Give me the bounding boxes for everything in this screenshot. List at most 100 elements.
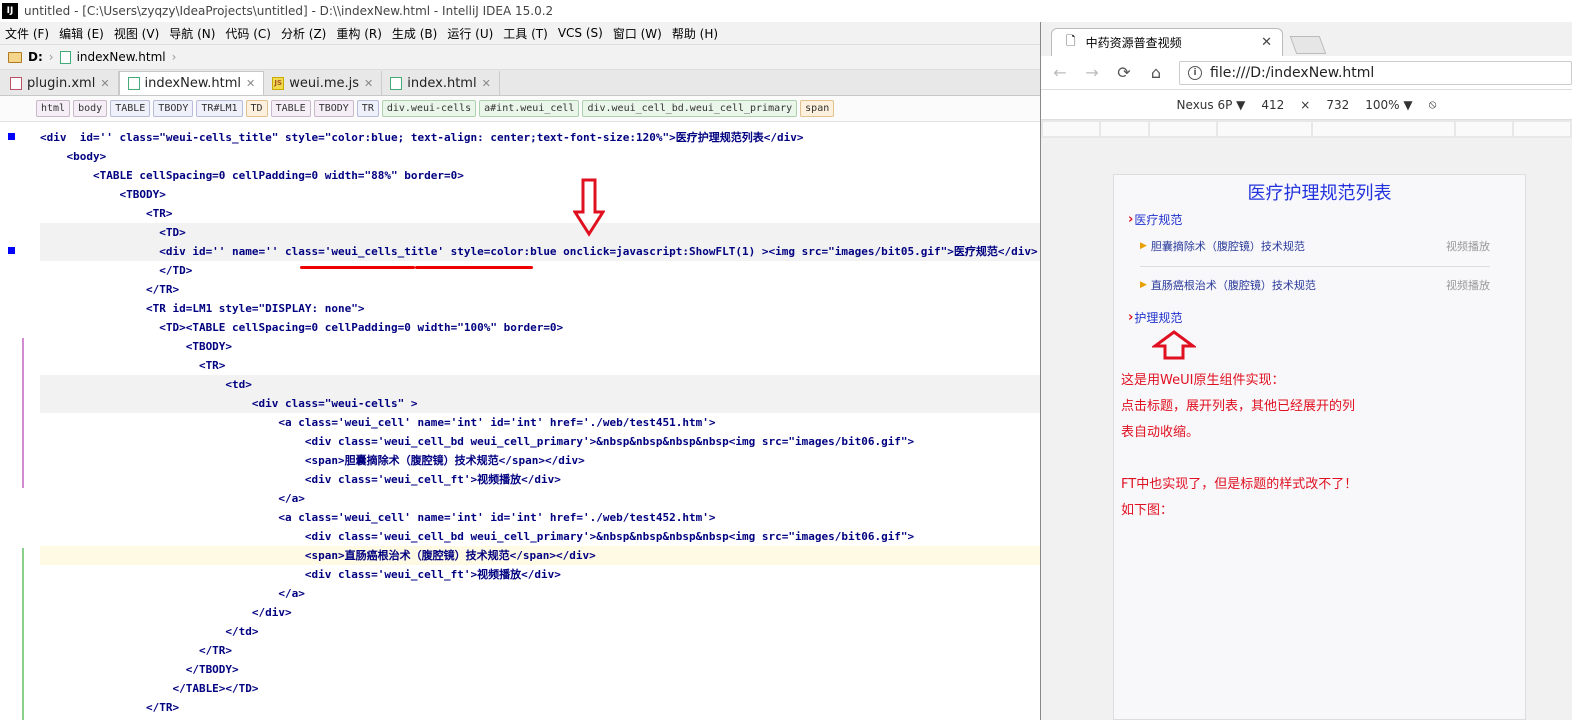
menu-edit[interactable]: 编辑 (E) <box>54 25 109 42</box>
tab-index-html[interactable]: index.html ✕ <box>382 71 500 95</box>
note-line: 点击标题，展开列表，其他已经展开的列 <box>1121 399 1356 414</box>
url-text: file:///D:/indexNew.html <box>1210 64 1375 81</box>
browser-toolbar: ← → ⟳ ⌂ i file:///D:/indexNew.html <box>1041 56 1572 90</box>
code-editor[interactable]: <div id='' class="weui-cells_title" styl… <box>0 128 1040 720</box>
breadcrumb-td[interactable]: TD <box>245 100 268 117</box>
tag-breadcrumbs: html body TABLE TBODY TR#LM1 TD TABLE TB… <box>0 96 1040 122</box>
code-line: <div id='' name='' class='weui_cells_tit… <box>40 242 1040 261</box>
new-tab-button[interactable] <box>1289 36 1327 54</box>
code-line: </td> <box>40 625 259 638</box>
menu-vcs[interactable]: VCS (S) <box>553 26 608 40</box>
menu-view[interactable]: 视图 (V) <box>109 25 164 42</box>
annotation-underline <box>300 266 415 269</box>
tab-indexnew-html[interactable]: indexNew.html ✕ <box>118 71 265 95</box>
menu-navigate[interactable]: 导航 (N) <box>164 25 220 42</box>
breadcrumb-div-weui-cells[interactable]: div.weui-cells <box>381 100 477 117</box>
nav-file[interactable]: indexNew.html <box>77 50 166 64</box>
html-file-icon <box>59 50 71 64</box>
breadcrumb-table[interactable]: TABLE <box>110 100 151 117</box>
xml-file-icon <box>10 76 22 90</box>
note-line: 表自动收缩。 <box>1121 425 1200 440</box>
code-line: <TR> <box>40 359 226 372</box>
menu-code[interactable]: 代码 (C) <box>220 25 276 42</box>
html-file-icon <box>127 77 140 90</box>
zoom-select[interactable]: 100% ▼ <box>1365 98 1412 112</box>
code-line: </div> <box>40 606 292 619</box>
breadcrumb-body[interactable]: body <box>73 100 108 117</box>
breadcrumb-span[interactable]: span <box>800 100 835 117</box>
menu-help[interactable]: 帮助 (H) <box>667 25 723 42</box>
device-select[interactable]: Nexus 6P ▼ <box>1177 98 1246 112</box>
code-line: <TD> <box>40 223 1040 242</box>
dimension-separator: × <box>1300 97 1311 112</box>
menu-run[interactable]: 运行 (U) <box>442 25 498 42</box>
intellij-logo-icon: IJ <box>2 3 18 19</box>
reload-icon[interactable]: ⟳ <box>1115 63 1133 82</box>
breadcrumb-table[interactable]: TABLE <box>270 100 311 117</box>
menu-build[interactable]: 生成 (B) <box>387 25 442 42</box>
note-line <box>1121 446 1501 472</box>
breadcrumb-a-int[interactable]: a#int.weui_cell <box>479 100 580 117</box>
code-line: <TR id=LM1 style="DISPLAY: none"> <box>40 302 365 315</box>
breadcrumb-div-cell-bd[interactable]: div.weui_cell_bd.weui_cell_primary <box>582 100 798 117</box>
code-line: <td> <box>40 375 1040 394</box>
home-icon[interactable]: ⌂ <box>1147 63 1165 82</box>
change-marker <box>8 133 15 140</box>
list-item[interactable]: ▶ 直肠癌根治术（腹腔镜）技术规范 视频播放 <box>1140 277 1490 293</box>
menu-analyze[interactable]: 分析 (Z) <box>276 25 331 42</box>
close-icon[interactable]: ✕ <box>482 77 491 90</box>
tab-plugin-xml[interactable]: plugin.xml ✕ <box>2 71 119 95</box>
device-height[interactable]: 732 <box>1326 98 1349 112</box>
section-nursing[interactable]: › 护理规范 <box>1128 309 1525 326</box>
device-toolbar: Nexus 6P ▼ 412 × 732 100% ▼ ⦸ <box>1041 90 1572 120</box>
triangle-bullet-icon: ▶ <box>1140 241 1147 251</box>
menu-refactor[interactable]: 重构 (R) <box>331 25 387 42</box>
device-width[interactable]: 412 <box>1261 98 1284 112</box>
code-line: <span>胆囊摘除术（腹腔镜）技术规范</span></div> <box>40 454 585 467</box>
annotation-notes: 这是用WeUI原生组件实现： 点击标题，展开列表，其他已经展开的列 表自动收缩。… <box>1121 368 1501 524</box>
close-icon[interactable]: ✕ <box>364 77 373 90</box>
chevron-right-icon: › <box>171 50 177 64</box>
breadcrumb-html[interactable]: html <box>36 100 71 117</box>
breadcrumb-tr-lm1[interactable]: TR#LM1 <box>196 100 243 117</box>
breadcrumb-tbody[interactable]: TBODY <box>153 100 194 117</box>
section-label: 医疗规范 <box>1134 213 1183 227</box>
nav-drive[interactable]: D: <box>28 50 43 64</box>
divider <box>1140 266 1490 267</box>
breadcrumb-tbody[interactable]: TBODY <box>313 100 354 117</box>
list-item[interactable]: ▶ 胆囊摘除术（腹腔镜）技术规范 视频播放 <box>1140 238 1490 254</box>
close-icon[interactable]: ✕ <box>246 77 255 90</box>
close-icon[interactable]: ✕ <box>1261 35 1272 50</box>
code-line: <div class='weui_cell_bd weui_cell_prima… <box>40 530 915 543</box>
code-line: <div class='weui_cell_ft'>视频播放</div> <box>40 473 561 486</box>
browser-tab-title: 中药资源普查视频 <box>1085 36 1182 50</box>
note-line: FT中也实现了，但是标题的样式改不了！ <box>1121 477 1358 492</box>
close-icon[interactable]: ✕ <box>100 77 109 90</box>
menu-file[interactable]: 文件 (F) <box>0 25 54 42</box>
code-line: </a> <box>40 587 305 600</box>
folder-icon <box>8 51 22 63</box>
rotate-icon[interactable]: ⦸ <box>1429 97 1437 112</box>
menu-tools[interactable]: 工具 (T) <box>498 25 553 42</box>
browser-tab[interactable]: 🗋 中药资源普查视频 ✕ <box>1051 28 1283 56</box>
tab-weui-me-js[interactable]: JS weui.me.js ✕ <box>264 71 383 95</box>
code-line: </TR> <box>40 644 233 657</box>
section-label: 护理规范 <box>1134 311 1183 325</box>
chevron-right-icon: › <box>48 50 54 64</box>
code-line: <TBODY> <box>40 188 166 201</box>
section-medical[interactable]: › 医疗规范 <box>1128 211 1525 228</box>
chevron-right-icon: › <box>1128 212 1134 227</box>
address-bar[interactable]: i file:///D:/indexNew.html <box>1179 60 1572 85</box>
change-marker <box>8 247 15 254</box>
info-icon[interactable]: i <box>1188 65 1202 80</box>
browser-window: 🗋 中药资源普查视频 ✕ ← → ⟳ ⌂ i file:///D:/indexN… <box>1040 22 1572 720</box>
video-play-link[interactable]: 视频播放 <box>1446 277 1490 293</box>
annotation-underline <box>415 266 533 269</box>
video-play-link[interactable]: 视频播放 <box>1446 238 1490 254</box>
ide-window: IJ untitled - [C:\Users\zyqzy\IdeaProjec… <box>0 0 1040 720</box>
forward-arrow-icon[interactable]: → <box>1083 63 1101 82</box>
back-arrow-icon[interactable]: ← <box>1051 63 1069 82</box>
title-bar: IJ untitled - [C:\Users\zyqzy\IdeaProjec… <box>0 0 1040 22</box>
menu-window[interactable]: 窗口 (W) <box>608 25 667 42</box>
breadcrumb-tr[interactable]: TR <box>356 100 379 117</box>
